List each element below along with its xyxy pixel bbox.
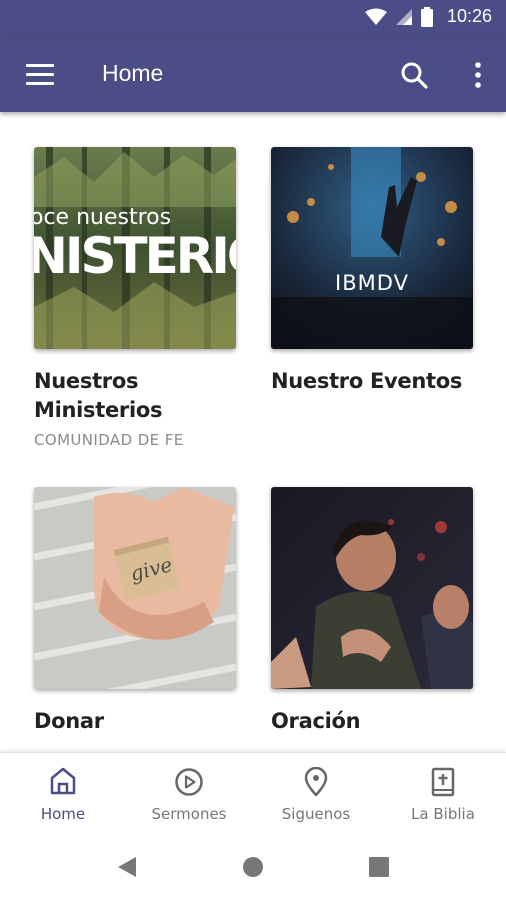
page-title: Home [102, 60, 164, 86]
eventos-image: IBMDV [271, 147, 473, 349]
card-eventos[interactable]: IBMDV Nuestro Eventos [271, 147, 475, 396]
nav-label: Siguenos [281, 805, 351, 823]
status-bar: 10:26 [0, 0, 506, 36]
ministerios-image: oce nuestros NISTERIOS [34, 147, 236, 349]
card-title: Oración [271, 709, 361, 733]
clock: 10:26 [446, 6, 492, 26]
nav-biblia[interactable]: La Biblia [380, 753, 506, 835]
card-subtitle: COMUNIDAD DE FE [34, 431, 184, 449]
home-icon [50, 767, 76, 795]
eventos-image-text: IBMDV [335, 271, 409, 295]
oracion-image [271, 487, 473, 689]
donar-image: give [34, 487, 236, 689]
app-bar: Home [0, 36, 506, 112]
ministerios-image-text-large: NISTERIOS [34, 227, 236, 285]
nav-siguenos[interactable]: Siguenos [253, 753, 379, 835]
menu-icon[interactable] [26, 64, 54, 86]
bottom-navigation: Home Sermones Siguenos La Biblia [0, 752, 506, 835]
card-oracion[interactable]: Oración [271, 487, 475, 736]
wifi-icon [364, 8, 387, 25]
card-ministerios[interactable]: oce nuestros NISTERIOS Nuestros Minister… [34, 147, 238, 449]
more-vert-icon[interactable] [472, 60, 484, 90]
signal-icon [395, 8, 412, 25]
nav-sermones[interactable]: Sermones [126, 753, 252, 835]
battery-icon [420, 6, 433, 27]
recents-icon[interactable] [369, 857, 389, 877]
search-icon[interactable] [400, 61, 428, 89]
nav-label: Sermones [151, 805, 227, 823]
card-title: Nuestros Ministerios [34, 369, 163, 422]
nav-label: La Biblia [411, 805, 475, 823]
back-icon[interactable] [116, 855, 138, 879]
content-grid: oce nuestros NISTERIOS Nuestros Minister… [0, 112, 506, 752]
system-navigation-bar [0, 834, 506, 900]
home-circle-icon[interactable] [242, 856, 264, 878]
card-title: Nuestro Eventos [271, 369, 463, 393]
card-donar[interactable]: give Donar [34, 487, 238, 736]
nav-label: Home [40, 805, 86, 823]
location-pin-icon [304, 767, 328, 797]
nav-home[interactable]: Home [0, 753, 126, 835]
bible-icon [431, 767, 455, 797]
card-title: Donar [34, 709, 104, 733]
play-circle-icon [175, 768, 203, 796]
